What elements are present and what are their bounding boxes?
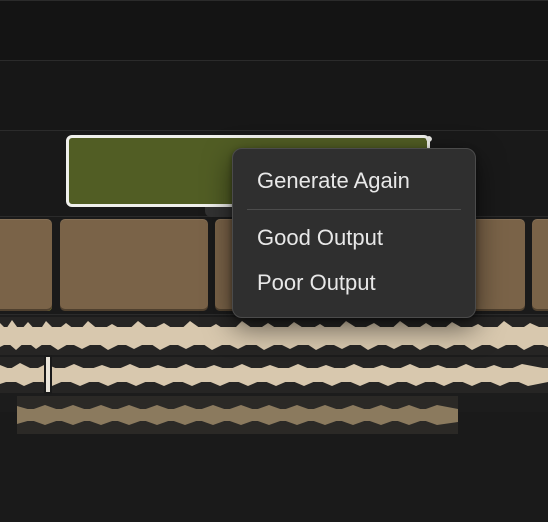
waveform-lane[interactable] [0,317,548,355]
audio-clip[interactable] [60,219,208,311]
waveform-lane[interactable] [0,357,548,393]
menu-item-generate-again[interactable]: Generate Again [233,159,475,203]
waveform-icon [17,396,458,434]
track-row[interactable] [0,0,548,60]
waveform-icon [0,357,548,393]
audio-clip[interactable] [532,219,548,311]
menu-separator [247,209,461,210]
waveform-icon [0,317,548,355]
waveform-lane[interactable] [17,396,458,434]
menu-item-good-output[interactable]: Good Output [233,216,475,260]
menu-item-poor-output[interactable]: Poor Output [233,261,475,305]
audio-timeline[interactable]: Generate Again Good Output Poor Output [0,0,548,522]
context-menu: Generate Again Good Output Poor Output [232,148,476,318]
playhead-marker[interactable] [46,357,50,392]
audio-clip[interactable] [0,219,52,311]
track-row[interactable] [0,60,548,130]
